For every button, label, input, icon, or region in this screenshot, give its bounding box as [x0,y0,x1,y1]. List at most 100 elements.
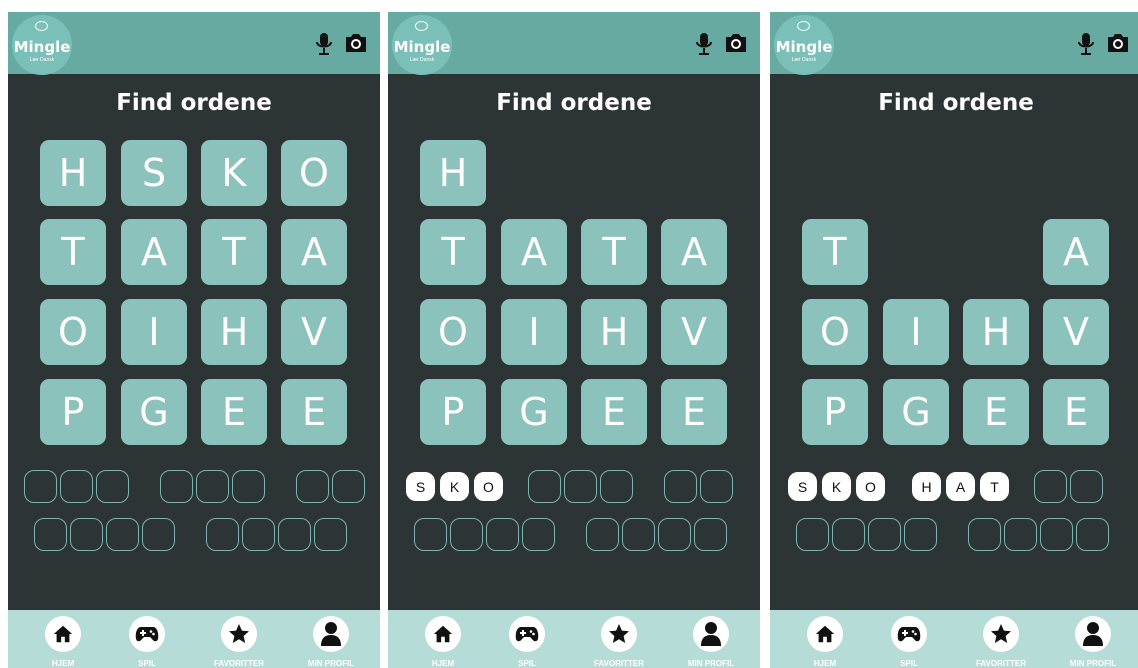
answer-letter: K [822,472,851,501]
microphone-icon[interactable] [1078,32,1094,61]
answer-letter: K [440,472,469,501]
letter-tile[interactable]: O [281,140,347,206]
letter-tile[interactable]: T [40,219,106,285]
letter-tile[interactable]: E [201,379,267,445]
answer-slot [700,470,733,503]
letter-tile[interactable]: P [802,379,868,445]
nav-label: HJEM [431,659,455,668]
letter-tile[interactable]: V [661,299,727,365]
mingle-logo[interactable]: Mingle Lær Dansk [392,15,452,75]
chat-bubble-icon [415,21,428,31]
answer-slot [142,518,175,551]
letter-tile[interactable]: V [1043,299,1109,365]
letter-tile[interactable]: O [420,299,486,365]
camera-icon[interactable] [724,32,748,59]
letter-tile[interactable]: G [883,379,949,445]
phone-screen: Mingle Lær Dansk Find ordene H S K O T A T A O I H V P G… [8,12,380,668]
answer-slot [1076,518,1109,551]
answer-slot [196,470,229,503]
letter-tile[interactable]: E [963,379,1029,445]
mingle-logo[interactable]: Mingle Lær Dansk [774,15,834,75]
answer-slot [242,518,275,551]
answer-slot [1070,470,1103,503]
letter-tile[interactable]: A [501,219,567,285]
letter-tile[interactable]: G [501,379,567,445]
letter-tile[interactable]: T [201,219,267,285]
letter-tile[interactable]: E [661,379,727,445]
letter-tile[interactable]: K [201,140,267,206]
nav-label: FAVORITTER [593,659,645,668]
letter-tile[interactable]: H [963,299,1029,365]
bottom-nav: HJEM SPIL FAVORITTER MIN PROFIL [8,610,380,668]
nav-label: HJEM [813,659,837,668]
answer-slot [332,470,365,503]
microphone-icon[interactable] [316,32,332,61]
answer-slot [622,518,655,551]
letter-tile[interactable]: A [281,219,347,285]
letter-tile[interactable]: P [420,379,486,445]
letter-tile[interactable]: H [40,140,106,206]
answer-letter: S [406,472,435,501]
letter-tile[interactable]: T [420,219,486,285]
letter-tile[interactable]: O [40,299,106,365]
letter-tile[interactable]: H [201,299,267,365]
letter-tile[interactable]: A [121,219,187,285]
logo-name: Mingle [13,38,71,56]
mingle-logo[interactable]: Mingle Lær Dansk [12,15,72,75]
letter-tile[interactable]: E [581,379,647,445]
answer-slot [1040,518,1073,551]
letter-tile[interactable]: V [281,299,347,365]
letter-tile[interactable]: E [1043,379,1109,445]
app-header: Mingle Lær Dansk [388,12,760,75]
answer-slot [694,518,727,551]
star-icon [601,616,637,652]
logo-tagline: Lær Dansk [791,57,817,63]
answer-slot [904,518,937,551]
camera-icon[interactable] [344,32,368,59]
logo-tagline: Lær Dansk [409,57,435,63]
nav-label: HJEM [51,659,75,668]
answer-slot [600,470,633,503]
letter-tile[interactable]: H [581,299,647,365]
answer-slot [564,470,597,503]
letter-tile[interactable]: H [420,140,486,206]
letter-tile[interactable]: I [883,299,949,365]
phone-screen: Mingle Lær Dansk Find ordene T A O I H V P G E E S K O H… [770,12,1138,668]
letter-tile[interactable]: G [121,379,187,445]
letter-tile[interactable]: I [121,299,187,365]
answer-slot [1004,518,1037,551]
answer-slot [96,470,129,503]
answer-slot [968,518,1001,551]
answer-slot [486,518,519,551]
letter-tile[interactable]: P [40,379,106,445]
answer-slot [1034,470,1067,503]
nav-label: MIN PROFIL [687,659,735,668]
letter-tile[interactable]: T [802,219,868,285]
answer-slot [232,470,265,503]
nav-label: SPIL [138,659,156,668]
answer-slot [450,518,483,551]
nav-label: FAVORITTER [975,659,1027,668]
letter-tile[interactable]: S [121,140,187,206]
letter-tile[interactable]: O [802,299,868,365]
user-icon [1075,616,1111,652]
answer-slot [868,518,901,551]
microphone-icon[interactable] [696,32,712,61]
answer-slot [796,518,829,551]
page-title: Find ordene [496,90,652,116]
answer-slot [414,518,447,551]
app-header: Mingle Lær Dansk [8,12,380,75]
letter-tile[interactable]: A [661,219,727,285]
camera-icon[interactable] [1106,32,1130,59]
letter-tile[interactable]: E [281,379,347,445]
nav-label: FAVORITTER [213,659,265,668]
letter-tile[interactable]: A [1043,219,1109,285]
letter-tile[interactable]: I [501,299,567,365]
star-icon [221,616,257,652]
answer-slot [34,518,67,551]
letter-tile[interactable]: T [581,219,647,285]
nav-label: MIN PROFIL [307,659,355,668]
home-icon [45,616,81,652]
nav-label: MIN PROFIL [1069,659,1117,668]
page-title: Find ordene [878,90,1034,116]
